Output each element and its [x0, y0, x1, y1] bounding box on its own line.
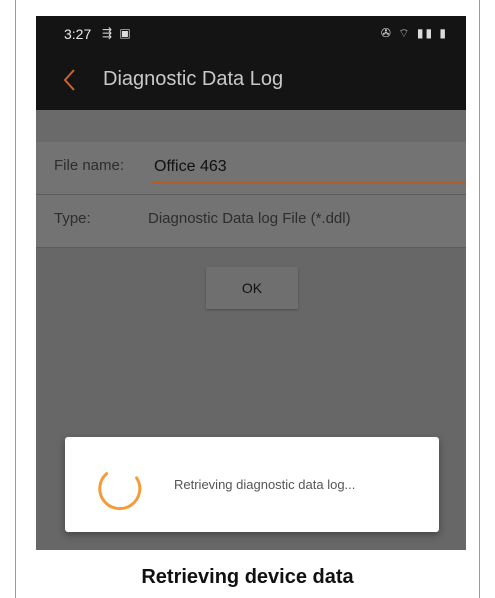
progress-dialog: Retrieving diagnostic data log... — [65, 437, 439, 532]
chevron-left-icon[interactable] — [60, 67, 82, 93]
page-title: Diagnostic Data Log — [103, 68, 284, 90]
ok-button[interactable]: OK — [206, 267, 298, 309]
file-name-row: File name: — [36, 142, 466, 195]
type-label: Type: — [54, 210, 91, 227]
status-bar: 3:27 ⇶ ▣ ✇ ⌔ ▮▮ ▮ — [36, 16, 466, 50]
app-bar: Diagnostic Data Log — [36, 50, 466, 110]
progress-message: Retrieving diagnostic data log... — [174, 477, 356, 492]
dimmed-header-band — [36, 110, 466, 142]
type-value: Diagnostic Data log File (*.ddl) — [148, 210, 351, 227]
file-name-input[interactable] — [152, 152, 466, 184]
loading-spinner-icon — [98, 472, 142, 511]
type-row: Type: Diagnostic Data log File (*.ddl) — [36, 195, 466, 248]
status-time: 3:27 — [64, 26, 92, 42]
file-name-label: File name: — [54, 157, 125, 174]
phone-screen: 3:27 ⇶ ▣ ✇ ⌔ ▮▮ ▮ Diagnostic Data Log Fi… — [36, 16, 466, 550]
system-status-icons: ✇ ⌔ ▮▮ ▮ — [380, 26, 448, 40]
figure-caption: Retrieving device data — [141, 566, 354, 588]
notification-icons: ⇶ ▣ — [102, 26, 133, 40]
save-form: File name: Type: Diagnostic Data log Fil… — [36, 142, 466, 248]
